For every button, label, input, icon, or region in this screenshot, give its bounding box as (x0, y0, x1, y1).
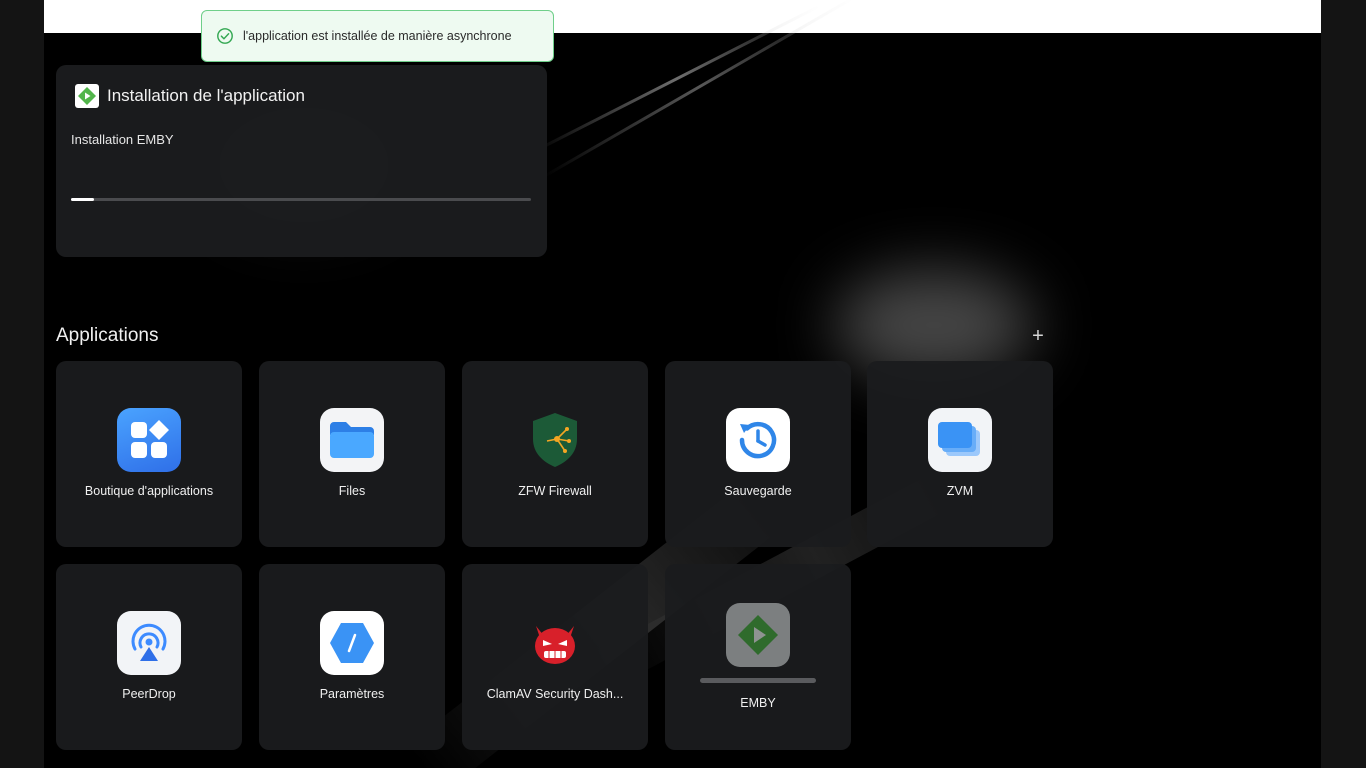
clamav-devil-icon (523, 611, 587, 675)
app-tile-emby[interactable]: EMBY (665, 564, 851, 750)
success-toast: l'application est installée de manière a… (201, 10, 554, 62)
check-circle-icon (217, 28, 233, 44)
toast-message: l'application est installée de manière a… (243, 29, 512, 43)
folder-icon (320, 408, 384, 472)
emby-icon (75, 84, 99, 108)
app-tile-app-store[interactable]: Boutique d'applications (56, 361, 242, 547)
install-progress-fill (71, 198, 94, 201)
app-tile-label: Boutique d'applications (84, 484, 214, 498)
peerdrop-icon (117, 611, 181, 675)
left-margin (0, 0, 44, 768)
install-progress-card: Installation de l'application Installati… (56, 65, 547, 257)
add-application-button[interactable]: + (1029, 326, 1047, 346)
install-progress-bar (71, 198, 531, 201)
app-tile-zvm[interactable]: ZVM (867, 361, 1053, 547)
app-tile-files[interactable]: Files (259, 361, 445, 547)
app-tile-label: EMBY (740, 696, 776, 710)
app-tile-label: ZVM (946, 484, 974, 498)
emby-icon (726, 603, 790, 667)
firewall-shield-icon (523, 408, 587, 472)
app-tile-label: ZFW Firewall (518, 484, 592, 498)
applications-title: Applications (56, 325, 159, 346)
app-tile-label: PeerDrop (122, 687, 176, 701)
app-tile-clamav[interactable]: ClamAV Security Dash... (462, 564, 648, 750)
install-title: Installation de l'application (107, 86, 305, 105)
install-header: Installation de l'application (75, 84, 305, 108)
app-tile-label: Files (338, 484, 366, 498)
app-tile-settings[interactable]: Paramètres (259, 564, 445, 750)
install-subtitle: Installation EMBY (71, 132, 174, 147)
vm-windows-icon (928, 408, 992, 472)
emby-install-progress (700, 678, 816, 683)
app-tile-label: Paramètres (319, 687, 385, 701)
app-store-icon (117, 408, 181, 472)
app-tile-label: ClamAV Security Dash... (486, 687, 624, 701)
app-tile-label: Sauvegarde (724, 484, 792, 498)
right-margin (1321, 0, 1366, 768)
backup-clock-icon (726, 408, 790, 472)
app-tile-backup[interactable]: Sauvegarde (665, 361, 851, 547)
app-tile-zfw-firewall[interactable]: ZFW Firewall (462, 361, 648, 547)
settings-hexagon-icon (320, 611, 384, 675)
app-tile-peerdrop[interactable]: PeerDrop (56, 564, 242, 750)
